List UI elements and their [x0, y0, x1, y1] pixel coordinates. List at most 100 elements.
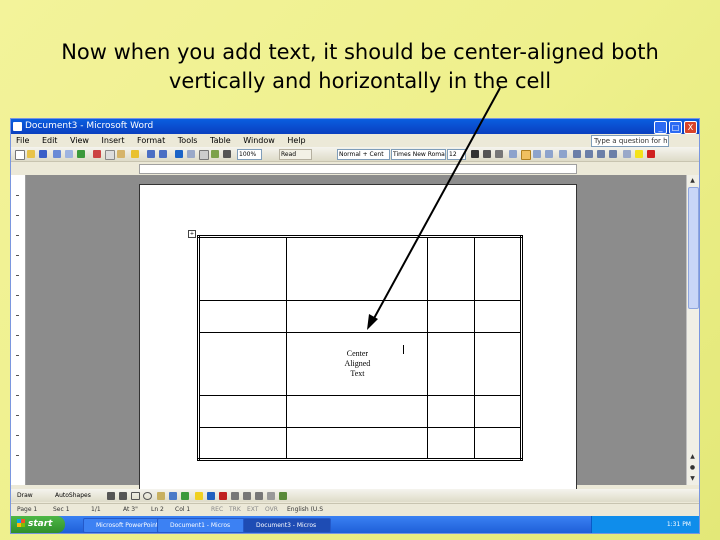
table-cell[interactable]: [427, 299, 475, 333]
status-ext[interactable]: EXT: [247, 504, 258, 516]
maximize-button[interactable]: □: [669, 121, 682, 134]
taskbar-item-powerpoint[interactable]: Microsoft PowerPoint: [83, 518, 161, 533]
scroll-thumb[interactable]: [688, 187, 699, 309]
table-cell[interactable]: [473, 427, 523, 460]
highlight-icon[interactable]: [635, 150, 643, 158]
table-cell[interactable]: [286, 427, 429, 460]
print-icon[interactable]: [53, 150, 61, 158]
taskbar-item-document1[interactable]: Document1 - Micros: [157, 518, 245, 533]
align-right-icon[interactable]: [533, 150, 541, 158]
numbering-icon[interactable]: [573, 150, 581, 158]
3d-icon[interactable]: [279, 492, 287, 500]
menu-format[interactable]: Format: [137, 136, 165, 145]
read-button[interactable]: Read: [279, 149, 312, 160]
menu-help[interactable]: Help: [287, 136, 305, 145]
line-style-icon[interactable]: [231, 492, 239, 500]
table-icon[interactable]: [187, 150, 195, 158]
status-trk[interactable]: TRK: [229, 504, 241, 516]
table-cell[interactable]: [427, 395, 475, 429]
status-ovr[interactable]: OVR: [265, 504, 278, 516]
paste-icon[interactable]: [117, 150, 125, 158]
font-select[interactable]: Times New Roman: [391, 149, 446, 160]
minimize-button[interactable]: _: [654, 121, 667, 134]
increase-indent-icon[interactable]: [609, 150, 617, 158]
hyperlink-icon[interactable]: [175, 150, 183, 158]
centered-cell[interactable]: Center Aligned Text: [286, 331, 429, 397]
shadow-icon[interactable]: [267, 492, 275, 500]
font-color-icon[interactable]: [647, 150, 655, 158]
scroll-up-icon[interactable]: ▲: [688, 176, 697, 185]
underline-icon[interactable]: [495, 150, 503, 158]
draw-menu[interactable]: Draw: [17, 489, 33, 502]
drawing-icon[interactable]: [211, 150, 219, 158]
arrow-icon[interactable]: [119, 492, 127, 500]
status-rec[interactable]: REC: [211, 504, 223, 516]
menu-table[interactable]: Table: [210, 136, 231, 145]
document-table[interactable]: Center Aligned Text: [197, 235, 523, 461]
textbox-icon[interactable]: [157, 492, 165, 500]
new-document-icon[interactable]: [15, 150, 25, 160]
table-move-handle-icon[interactable]: +: [188, 230, 196, 238]
oval-icon[interactable]: [143, 492, 152, 500]
table-cell[interactable]: [473, 299, 523, 333]
taskbar-item-document3[interactable]: Document3 - Micros: [243, 518, 331, 533]
align-center-icon[interactable]: [521, 150, 531, 160]
justify-icon[interactable]: [545, 150, 553, 158]
dash-style-icon[interactable]: [243, 492, 251, 500]
spelling-icon[interactable]: [77, 150, 85, 158]
format-painter-icon[interactable]: [131, 150, 139, 158]
document-page[interactable]: + Center Aligned Text: [139, 184, 577, 496]
save-icon[interactable]: [39, 150, 47, 158]
table-cell[interactable]: [286, 395, 429, 429]
print-preview-icon[interactable]: [65, 150, 73, 158]
table-cell[interactable]: [427, 427, 475, 460]
help-search-input[interactable]: Type a question for help: [591, 135, 669, 147]
menu-insert[interactable]: Insert: [102, 136, 125, 145]
font-size-select[interactable]: 12: [447, 149, 466, 160]
copy-icon[interactable]: [105, 150, 115, 160]
fill-color-icon[interactable]: [195, 492, 203, 500]
menu-tools[interactable]: Tools: [178, 136, 198, 145]
table-cell[interactable]: [473, 395, 523, 429]
menu-view[interactable]: View: [70, 136, 89, 145]
start-button[interactable]: start: [11, 516, 65, 533]
line-color-icon[interactable]: [207, 492, 215, 500]
bullets-icon[interactable]: [585, 150, 593, 158]
wordart-icon[interactable]: [169, 492, 177, 500]
align-left-icon[interactable]: [509, 150, 517, 158]
table-cell[interactable]: [427, 236, 475, 301]
redo-icon[interactable]: [159, 150, 167, 158]
cut-icon[interactable]: [93, 150, 101, 158]
select-browse-object-icon[interactable]: ●: [688, 463, 697, 472]
rectangle-icon[interactable]: [131, 492, 140, 500]
bold-icon[interactable]: [471, 150, 479, 158]
table-cell[interactable]: [197, 331, 288, 397]
zoom-select[interactable]: 100%: [237, 149, 262, 160]
line-icon[interactable]: [107, 492, 115, 500]
line-spacing-icon[interactable]: [559, 150, 567, 158]
menu-window[interactable]: Window: [243, 136, 275, 145]
close-button[interactable]: X: [684, 121, 697, 134]
clipart-icon[interactable]: [181, 492, 189, 500]
decrease-indent-icon[interactable]: [597, 150, 605, 158]
columns-icon[interactable]: [199, 150, 209, 160]
vertical-scrollbar[interactable]: ▲ ▲ ● ▼: [686, 175, 699, 485]
next-page-icon[interactable]: ▼: [688, 474, 697, 483]
open-folder-icon[interactable]: [27, 150, 35, 158]
border-icon[interactable]: [623, 150, 631, 158]
draw-font-color-icon[interactable]: [219, 492, 227, 500]
menu-edit[interactable]: Edit: [42, 136, 58, 145]
italic-icon[interactable]: [483, 150, 491, 158]
table-cell[interactable]: [427, 331, 475, 397]
style-select[interactable]: Normal + Cent: [337, 149, 390, 160]
table-cell[interactable]: [473, 236, 523, 301]
menu-file[interactable]: File: [16, 136, 29, 145]
table-cell[interactable]: [197, 427, 288, 460]
table-cell[interactable]: [473, 331, 523, 397]
table-cell[interactable]: [286, 236, 429, 301]
previous-page-icon[interactable]: ▲: [688, 452, 697, 461]
undo-icon[interactable]: [147, 150, 155, 158]
pilcrow-icon[interactable]: [223, 150, 231, 158]
table-cell[interactable]: [197, 299, 288, 333]
autoshapes-menu[interactable]: AutoShapes: [55, 489, 91, 502]
